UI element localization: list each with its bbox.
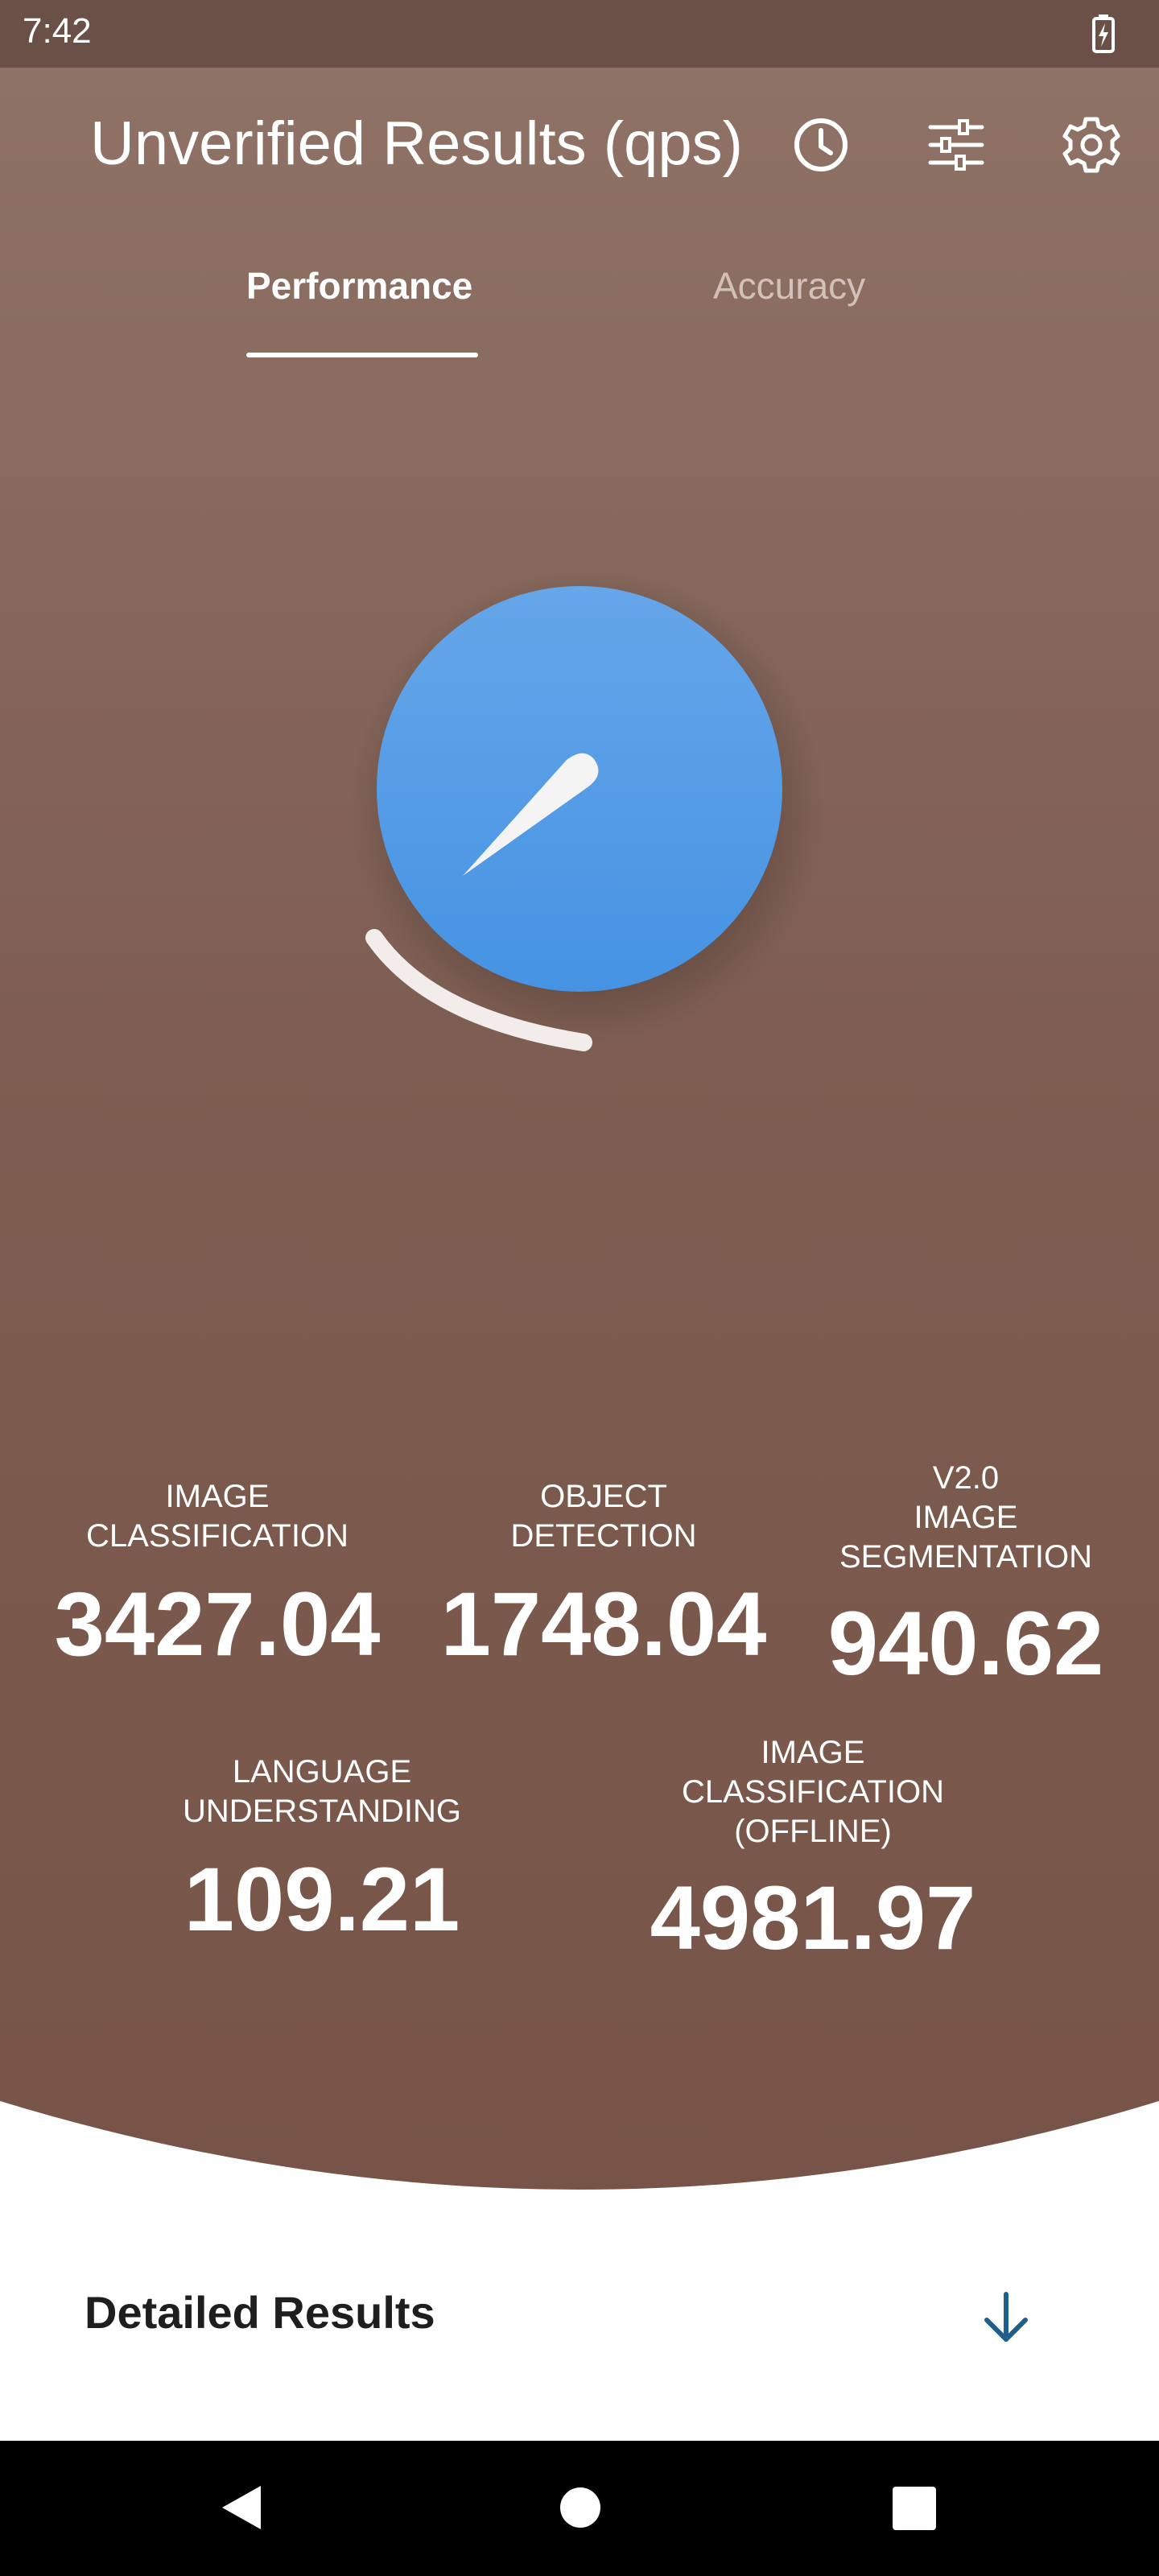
- metric-language-understanding: LANGUAGE UNDERSTANDING 109.21: [145, 1752, 499, 1952]
- metric-image-segmentation: V2.0 IMAGE SEGMENTATION 940.62: [805, 1459, 1127, 1696]
- detailed-results-heading[interactable]: Detailed Results: [85, 2286, 435, 2339]
- metric-value: 109.21: [184, 1849, 460, 1950]
- metric-image-classification-offline: IMAGE CLASSIFICATION (OFFLINE) 4981.97: [612, 1733, 1014, 1971]
- metric-label: LANGUAGE UNDERSTANDING: [183, 1754, 461, 1829]
- metric-value: 940.62: [827, 1593, 1104, 1694]
- metric-label: V2.0 IMAGE SEGMENTATION: [839, 1460, 1093, 1575]
- battery-charging-icon: [1091, 14, 1116, 57]
- metric-value: 4981.97: [650, 1868, 976, 1968]
- metric-label: IMAGE CLASSIFICATION (OFFLINE): [682, 1735, 944, 1849]
- page-title: Unverified Results (qps): [90, 109, 743, 178]
- back-icon[interactable]: [216, 2481, 269, 2534]
- speedometer-gauge-icon[interactable]: [338, 564, 821, 1095]
- history-icon[interactable]: [781, 105, 861, 185]
- metric-value: 3427.04: [54, 1574, 381, 1674]
- navigation-bar: [0, 2441, 1159, 2576]
- metric-image-classification: IMAGE CLASSIFICATION 3427.04: [24, 1477, 410, 1677]
- home-icon[interactable]: [558, 2481, 603, 2534]
- tab-performance[interactable]: Performance: [246, 264, 472, 308]
- settings-gear-icon[interactable]: [1051, 105, 1132, 185]
- tab-selected-indicator: [246, 353, 478, 357]
- metric-value: 1748.04: [440, 1574, 767, 1674]
- hero-bottom-curve: [0, 2101, 1159, 2447]
- status-bar: 7:42: [0, 0, 1159, 68]
- metric-label: OBJECT DETECTION: [510, 1479, 697, 1554]
- arrow-down-icon[interactable]: [974, 2286, 1038, 2351]
- recents-icon[interactable]: [892, 2481, 937, 2534]
- filter-sliders-icon[interactable]: [916, 105, 996, 185]
- status-time: 7:42: [23, 11, 92, 51]
- metric-object-detection: OBJECT DETECTION 1748.04: [410, 1477, 797, 1677]
- tab-accuracy[interactable]: Accuracy: [713, 264, 865, 308]
- metric-label: IMAGE CLASSIFICATION: [86, 1479, 349, 1554]
